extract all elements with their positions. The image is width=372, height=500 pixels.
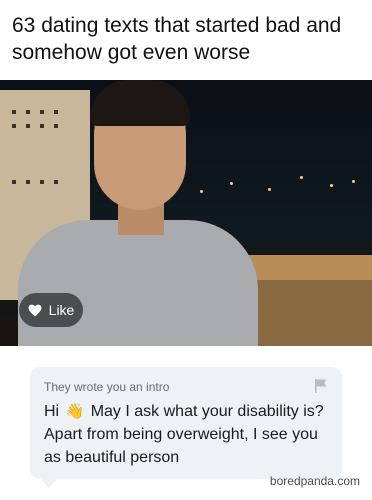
intro-message-card: They wrote you an intro Hi 👋 May I ask w… [30, 367, 342, 479]
like-label: Like [48, 302, 75, 318]
article-headline: 63 dating texts that started bad and som… [12, 14, 342, 64]
greeting-text: Hi [44, 403, 60, 420]
like-button[interactable]: Like [19, 293, 83, 327]
waving-hand-icon: 👋 [65, 403, 85, 420]
person-hair [90, 80, 190, 126]
background-roof-shadow [250, 280, 372, 346]
heart-icon [28, 304, 42, 316]
source-watermark: boredpanda.com [269, 474, 360, 488]
flag-icon[interactable] [314, 378, 328, 394]
message-bubble-tail [40, 478, 58, 488]
intro-label: They wrote you an intro [44, 380, 170, 394]
person-shirt [18, 220, 258, 346]
intro-message: Hi 👋 May I ask what your disability is? … [44, 400, 334, 469]
message-text: May I ask what your disability is? Apart… [44, 403, 324, 466]
